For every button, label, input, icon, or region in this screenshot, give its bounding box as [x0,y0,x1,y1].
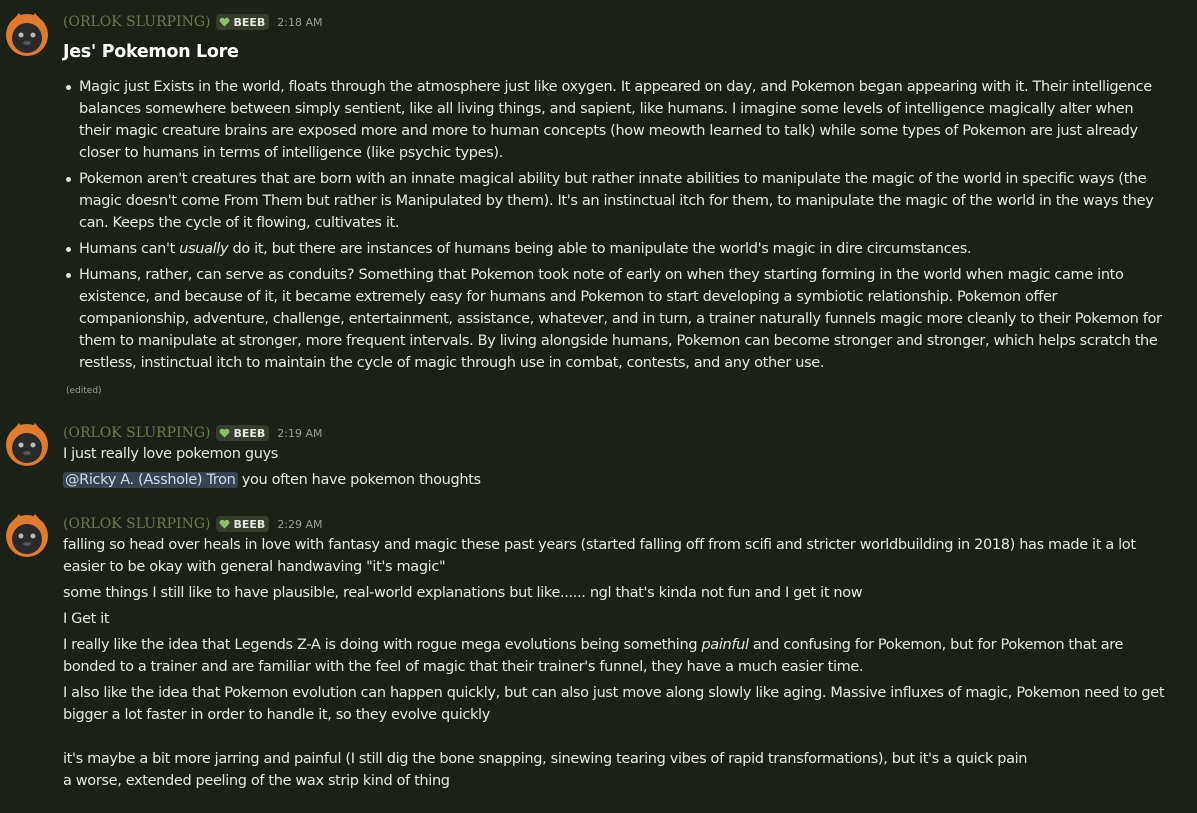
list-item: Humans can't usually do it, but there ar… [66,238,1169,260]
timestamp[interactable]: 2:29 AM [277,518,322,531]
list-item: Magic just Exists in the world, floats t… [66,76,1169,164]
message-text: I just really love pokemon guys [63,446,279,462]
message-text: I really like the idea that Legends Z-A … [63,637,1124,675]
username[interactable]: (ORLOK SLURPING) [63,516,210,532]
heart-icon [220,17,230,27]
avatar[interactable] [4,11,50,57]
message-header: (ORLOK SLURPING) BEEB 2:18 AM [63,10,323,34]
guild-tag[interactable]: BEEB [216,516,270,532]
message-text: it's maybe a bit more jarring and painfu… [63,751,1028,767]
guild-tag[interactable]: BEEB [216,14,270,30]
guild-tag-label: BEEB [233,426,266,440]
timestamp[interactable]: 2:19 AM [277,427,322,440]
message-header: (ORLOK SLURPING) BEEB 2:29 AM [63,512,323,536]
message-text: I also like the idea that Pokemon evolut… [63,685,1165,723]
username[interactable]: (ORLOK SLURPING) [63,14,210,30]
message-heading: Jes' Pokemon Lore [63,42,239,62]
message-text: I Get it [63,611,110,627]
user-mention[interactable]: @Ricky A. (Asshole) Tron [63,472,238,488]
heart-icon [220,428,230,438]
heart-icon [220,519,230,529]
message-text: @Ricky A. (Asshole) Tron you often have … [63,472,481,488]
message-text: a worse, extended peeling of the wax str… [63,773,450,789]
message-header: (ORLOK SLURPING) BEEB 2:19 AM [63,421,323,445]
username[interactable]: (ORLOK SLURPING) [63,425,210,441]
bullet-list: Magic just Exists in the world, floats t… [66,76,1169,378]
guild-tag-label: BEEB [233,15,266,29]
guild-tag[interactable]: BEEB [216,425,270,441]
emphasis: usually [179,241,229,257]
list-item: Pokemon aren't creatures that are born w… [66,168,1169,234]
list-item: Humans, rather, can serve as conduits? S… [66,264,1169,374]
message-text: falling so head over heals in love with … [63,537,1136,575]
timestamp[interactable]: 2:18 AM [277,16,322,29]
guild-tag-label: BEEB [233,517,266,531]
edited-label: (edited) [66,386,102,396]
emphasis: painful [701,637,749,653]
message-text: some things I still like to have plausib… [63,585,863,601]
avatar[interactable] [4,421,50,467]
avatar[interactable] [4,512,50,558]
